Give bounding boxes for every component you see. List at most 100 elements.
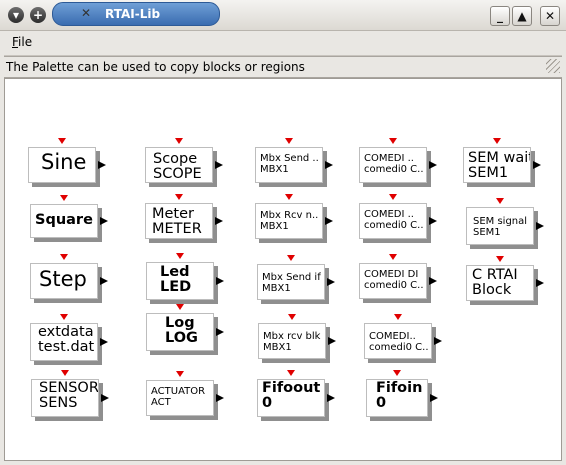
block-sensor[interactable]: SENSOR SENS	[31, 370, 109, 417]
input-port-icon	[285, 138, 293, 144]
block-label-line: SENSOR	[39, 380, 99, 396]
window-menu-button[interactable]: ▾	[8, 7, 24, 23]
block-label-line: extdata	[38, 324, 94, 340]
block-mbx-send-if[interactable]: Mbx Send if MBX1	[257, 255, 335, 300]
output-port-icon	[533, 161, 541, 169]
output-port-icon	[101, 394, 109, 402]
output-port-icon	[216, 394, 224, 402]
input-port-icon	[175, 194, 183, 200]
block-extdata[interactable]: extdata test.dat	[30, 314, 108, 361]
block-face: COMEDI DI comedi0 C..	[359, 263, 427, 299]
window-add-button[interactable]: +	[30, 7, 46, 23]
block-label-line: Mbx Send ..	[260, 153, 319, 164]
block-face: Fifoout 0	[257, 379, 325, 417]
title-pill[interactable]: ✕ RTAI-Lib	[52, 2, 220, 26]
output-port-icon	[216, 328, 224, 336]
menu-file[interactable]: File	[12, 35, 32, 49]
output-port-icon	[536, 279, 544, 287]
block-c-rtai[interactable]: C RTAI Block	[466, 256, 544, 301]
block-log[interactable]: Log LOG	[146, 304, 224, 351]
palette-canvas[interactable]: Sine Square Step extdata test.dat SENSOR S…	[4, 78, 562, 461]
block-label-line: SCOPE	[153, 166, 202, 183]
minimize-button[interactable]: _	[490, 6, 510, 26]
block-sem-signal[interactable]: SEM signal SEM1	[466, 198, 544, 245]
input-port-icon	[394, 314, 402, 320]
block-label-line: LED	[160, 279, 192, 296]
output-port-icon	[430, 394, 438, 402]
block-label-line: COMEDI DI	[364, 269, 419, 280]
resize-grip-icon[interactable]	[546, 59, 560, 73]
maximize-button[interactable]: ▲	[512, 6, 532, 26]
input-port-icon	[493, 138, 501, 144]
output-port-icon	[215, 161, 223, 169]
block-label-line: SEM wait	[468, 150, 531, 166]
block-face: SEM wait SEM1	[463, 147, 531, 183]
input-port-icon	[389, 138, 397, 144]
block-led[interactable]: Led LED	[146, 253, 224, 300]
output-port-icon	[327, 278, 335, 286]
input-port-icon	[496, 256, 504, 262]
block-face: ACTUATOR ACT	[146, 380, 214, 416]
input-port-icon	[176, 304, 184, 310]
block-label-line: Mbx rcv blk	[263, 331, 321, 342]
output-port-icon	[429, 161, 437, 169]
block-label-line: SENS	[39, 395, 78, 412]
output-port-icon	[98, 161, 106, 169]
block-actuator[interactable]: ACTUATOR ACT	[146, 371, 224, 416]
input-port-icon	[496, 198, 504, 204]
block-label-line: comedi0 C..	[364, 219, 424, 231]
input-port-icon	[175, 138, 183, 144]
block-label-line: LOG	[165, 330, 198, 347]
block-label-line: Sine	[41, 150, 87, 174]
output-port-icon	[325, 217, 333, 225]
block-label-line: 0	[262, 395, 273, 412]
block-label-line: Step	[39, 267, 87, 291]
block-label-line: Mbx Send if	[262, 272, 321, 283]
input-port-icon	[60, 254, 68, 260]
window-title: RTAI-Lib	[105, 7, 161, 21]
input-port-icon	[176, 371, 184, 377]
block-mbx-rcv[interactable]: Mbx Rcv n.. MBX1	[255, 194, 333, 239]
input-port-icon	[393, 370, 401, 376]
block-face: Square	[30, 204, 98, 238]
title-bar: ▾ + ✕ RTAI-Lib _ ▲ ✕	[0, 0, 566, 31]
block-comedi-1[interactable]: COMEDI .. comedi0 C..	[359, 138, 437, 183]
block-fifoout[interactable]: Fifoout 0	[257, 370, 335, 417]
block-meter[interactable]: Meter METER	[145, 194, 223, 239]
block-label-line: test.dat	[38, 339, 95, 356]
block-label-line: SEM1	[473, 226, 501, 238]
block-label-line: COMEDI ..	[364, 209, 414, 220]
output-port-icon	[536, 222, 544, 230]
block-face: Meter METER	[145, 203, 213, 239]
input-port-icon	[285, 194, 293, 200]
block-label-line: ACTUATOR	[151, 386, 206, 397]
output-port-icon	[100, 277, 108, 285]
block-mbx-rcv-blk[interactable]: Mbx rcv blk MBX1	[258, 314, 336, 359]
block-square[interactable]: Square	[30, 195, 108, 238]
block-step[interactable]: Step	[30, 254, 108, 299]
block-face: Log LOG	[146, 313, 214, 351]
block-face: Mbx Send if MBX1	[257, 264, 325, 300]
block-label-line: Block	[472, 282, 512, 299]
block-label-line: COMEDI..	[369, 331, 416, 342]
output-port-icon	[429, 217, 437, 225]
close-button[interactable]: ✕	[540, 6, 560, 26]
block-label-line: comedi0 C..	[364, 279, 424, 291]
block-sine[interactable]: Sine	[28, 138, 106, 183]
block-comedi-4[interactable]: COMEDI.. comedi0 C..	[364, 314, 442, 359]
input-port-icon	[389, 194, 397, 200]
status-bar: The Palette can be used to copy blocks o…	[4, 56, 562, 78]
block-comedi-2[interactable]: COMEDI .. comedi0 C..	[359, 194, 437, 239]
block-sem-wait[interactable]: SEM wait SEM1	[463, 138, 541, 183]
output-port-icon	[100, 217, 108, 225]
output-port-icon	[429, 277, 437, 285]
block-comedi-di[interactable]: COMEDI DI comedi0 C..	[359, 254, 437, 299]
block-label-line: ACT	[151, 396, 171, 408]
block-mbx-send[interactable]: Mbx Send .. MBX1	[255, 138, 333, 183]
block-scope[interactable]: Scope SCOPE	[145, 138, 223, 183]
output-port-icon	[327, 394, 335, 402]
block-label-line: Fifoin	[376, 380, 423, 396]
block-fifoin[interactable]: Fifoin 0	[366, 370, 438, 417]
block-face: COMEDI.. comedi0 C..	[364, 323, 432, 359]
output-port-icon	[216, 277, 224, 285]
